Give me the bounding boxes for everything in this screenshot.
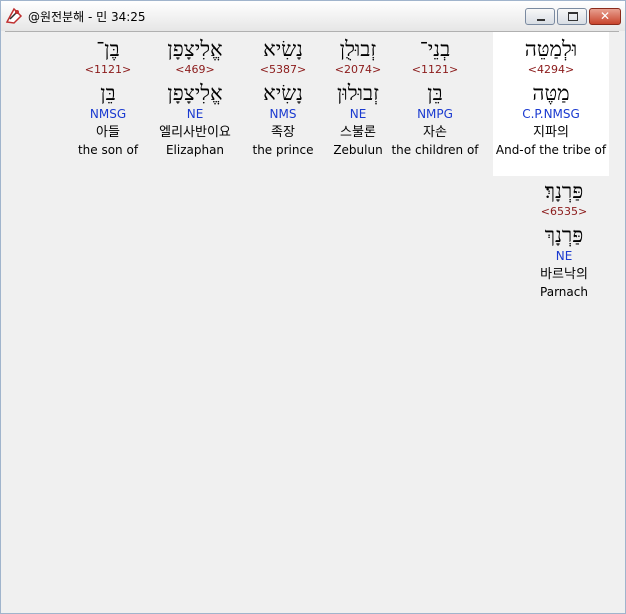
parsing-code: NE xyxy=(555,249,573,263)
english-gloss: Parnach xyxy=(540,285,588,299)
korean-gloss: 지파의 xyxy=(533,125,569,140)
hebrew-word: פַּרְנָךְ׃ xyxy=(544,179,584,203)
app-icon xyxy=(5,7,23,24)
strong-number[interactable]: <6535> xyxy=(505,204,623,220)
english-gloss: the son of xyxy=(77,143,139,157)
lemma-word: פַּרְנָךְ xyxy=(544,223,584,247)
hebrew-word: וּלְמַטֵּה xyxy=(524,37,578,61)
maximize-button[interactable] xyxy=(557,8,587,25)
minimize-icon xyxy=(526,9,554,24)
title-bar[interactable]: @원전분해 - 민 34:25 ✕ xyxy=(1,1,625,31)
parsing-code: C.P.NMSG xyxy=(522,107,580,121)
close-button[interactable]: ✕ xyxy=(589,8,621,25)
word-column[interactable]: פַּרְנָךְ׃ <6535> פַּרְנָךְ NE 바르낙의 Parn… xyxy=(505,178,623,300)
hebrew-word: בֶּן־ xyxy=(96,37,120,61)
lemma-word: בֵּן xyxy=(100,81,116,105)
parsing-code: NMSG xyxy=(89,107,127,121)
strong-number[interactable]: <4294> xyxy=(493,62,609,78)
lemma-word: מַטֶּה xyxy=(532,81,570,105)
word-analysis-panel: וּלְמַטֵּה <4294> מַטֶּה C.P.NMSG 지파의 An… xyxy=(5,31,619,610)
english-gloss: And-of the tribe of xyxy=(495,143,607,157)
window-title: @원전분해 - 민 34:25 xyxy=(28,10,146,24)
app-window: @원전분해 - 민 34:25 ✕ וּלְמַטֵּה <4294> מַטֶ… xyxy=(0,0,626,614)
strong-number[interactable]: <1121> xyxy=(50,62,166,78)
korean-gloss: 바르낙의 xyxy=(540,267,588,282)
close-icon: ✕ xyxy=(599,9,611,23)
word-column[interactable]: בֶּן־ <1121> בֵּן NMSG 아들 the son of xyxy=(50,36,166,158)
minimize-button[interactable] xyxy=(525,8,555,25)
korean-gloss: 아들 xyxy=(96,125,120,140)
word-column[interactable]: וּלְמַטֵּה <4294> מַטֶּה C.P.NMSG 지파의 An… xyxy=(493,32,609,176)
maximize-icon xyxy=(558,9,586,24)
